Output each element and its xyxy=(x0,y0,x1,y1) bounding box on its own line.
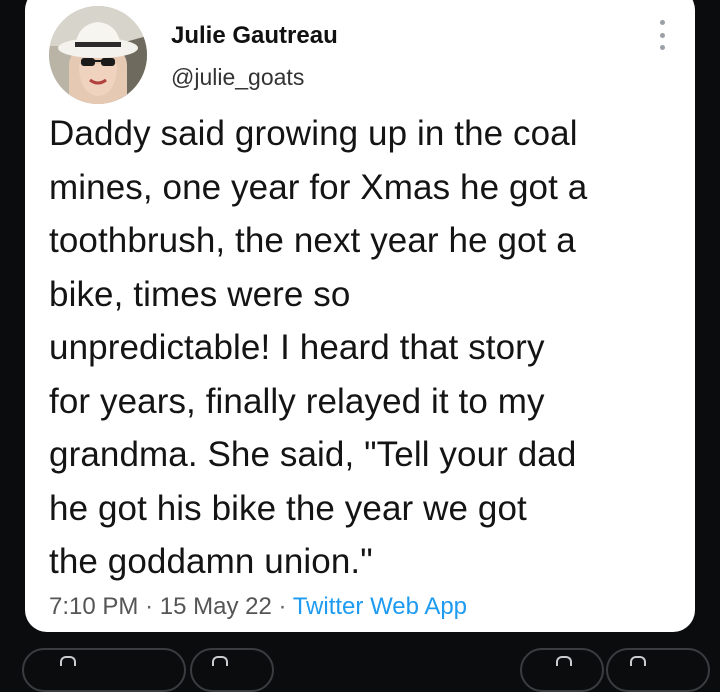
author-handle[interactable]: @julie_goats xyxy=(171,64,304,91)
tweet-text: Daddy said growing up in the coal mines,… xyxy=(49,107,689,589)
more-dot xyxy=(659,32,665,38)
tweet-text-line: the goddamn union." xyxy=(49,542,373,581)
author-display-name[interactable]: Julie Gautreau xyxy=(171,22,338,50)
comment-icon xyxy=(212,656,228,666)
more-dot xyxy=(659,45,665,50)
separator: · xyxy=(278,593,287,620)
tweet-source-link[interactable]: Twitter Web App xyxy=(293,593,467,620)
like-button[interactable] xyxy=(606,648,710,692)
tweet-text-line: for years, finally relayed it to my xyxy=(49,381,545,421)
tweet-text-line: Daddy said growing up in the coal xyxy=(49,114,578,153)
retweet-icon xyxy=(60,656,76,666)
like-icon xyxy=(630,656,646,666)
tweet-date[interactable]: 15 May 22 xyxy=(160,593,272,620)
avatar-image xyxy=(49,6,147,104)
tweet-time[interactable]: 7:10 PM xyxy=(49,593,138,620)
separator: · xyxy=(145,593,154,620)
comment-button[interactable] xyxy=(190,648,274,692)
tweet-text-line: toothbrush, the next year he got a xyxy=(49,221,576,260)
share-icon xyxy=(556,656,572,666)
tweet-card: Julie Gautreau @julie_goats Daddy said g… xyxy=(25,0,695,632)
avatar[interactable] xyxy=(49,6,147,104)
action-bar xyxy=(0,644,720,692)
more-dot xyxy=(659,20,665,25)
more-vertical-icon[interactable] xyxy=(657,20,667,50)
tweet-text-line: bike, times were so xyxy=(49,274,351,314)
share-button[interactable] xyxy=(520,648,604,692)
tweet-text-line: mines, one year for Xmas he got a xyxy=(49,167,588,207)
tweet-text-line: he got his bike the year we got xyxy=(49,488,527,528)
tweet-metadata: 7:10 PM · 15 May 22 · Twitter Web App xyxy=(49,593,467,621)
retweet-button[interactable] xyxy=(22,648,186,692)
tweet-text-line: grandma. She said, "Tell your dad xyxy=(49,435,577,474)
tweet-text-line: unpredictable! I heard that story xyxy=(49,328,545,367)
